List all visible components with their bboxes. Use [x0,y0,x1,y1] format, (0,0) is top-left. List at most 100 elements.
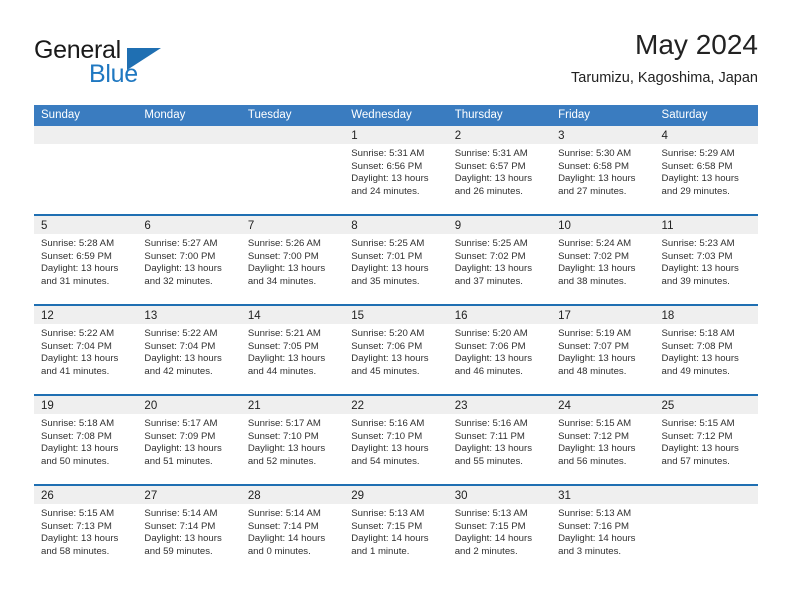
day-sun-info: Sunrise: 5:14 AM Sunset: 7:14 PM Daylight:… [241,504,344,558]
calendar-weeks: 1 Sunrise: 5:31 AM Sunset: 6:56 PM Daylight… [34,126,758,574]
weekday-header-friday: Friday [558,109,591,121]
day-number: 27 [144,490,158,502]
calendar-day-cell[interactable]: 2 Sunrise: 5:31 AM Sunset: 6:57 PM Daylight… [447,126,552,214]
calendar-day-cell[interactable]: 4 Sunrise: 5:29 AM Sunset: 6:58 PM Daylight… [654,126,758,214]
day-number: 14 [247,310,261,322]
calendar-day-cell[interactable]: 11 Sunrise: 5:23 AM Sunset: 7:03 PM Dayligh… [654,216,758,304]
sunrise-text: Sunrise: 5:27 AM [144,238,218,249]
day-number: 9 [454,220,462,232]
day-number: 11 [661,220,674,232]
calendar-day-cell[interactable]: 16 Sunrise: 5:20 AM Sunset: 7:06 PM Dayligh… [447,306,552,394]
calendar-day-cell[interactable]: 30 Sunrise: 5:13 AM Sunset: 7:15 PM Dayligh… [447,486,552,574]
calendar-day-cell[interactable]: 18 Sunrise: 5:18 AM Sunset: 7:08 PM Dayligh… [654,306,758,394]
daylight-text: Daylight: 13 hours and 26 minutes. [454,173,533,197]
sunset-text: Sunset: 7:12 PM [661,430,733,442]
page-title: May 2024 [635,29,758,60]
calendar-day-cell[interactable]: 29 Sunrise: 5:13 AM Sunset: 7:15 PM Dayligh… [344,486,448,574]
calendar-day-cell[interactable]: 22 Sunrise: 5:16 AM Sunset: 7:10 PM Dayligh… [344,396,448,484]
day-number: 21 [247,400,261,412]
sunrise-text: Sunrise: 5:31 AM [454,148,528,159]
daylight-text: Daylight: 13 hours and 54 minutes. [351,443,429,467]
sunset-text: Sunset: 7:13 PM [41,520,112,532]
day-number-band: 20 [137,396,241,414]
day-sun-info: Sunrise: 5:29 AM Sunset: 6:58 PM Daylight:… [655,144,758,198]
calendar-day-cell[interactable]: 24 Sunrise: 5:15 AM Sunset: 7:12 PM Dayligh… [551,396,655,484]
calendar-day-cell[interactable]: 19 Sunrise: 5:18 AM Sunset: 7:08 PM Dayligh… [34,396,138,484]
calendar-day-cell[interactable]: 17 Sunrise: 5:19 AM Sunset: 7:07 PM Dayligh… [551,306,655,394]
daylight-text: Daylight: 13 hours and 24 minutes. [351,173,429,197]
calendar-day-cell[interactable]: 27 Sunrise: 5:14 AM Sunset: 7:14 PM Dayligh… [137,486,241,574]
weekday-header-tuesday: Tuesday [247,109,292,121]
calendar-day-cell[interactable]: 20 Sunrise: 5:17 AM Sunset: 7:09 PM Dayligh… [137,396,241,484]
title-block: May 2024 Tarumizu, Kagoshima, Japan [571,28,758,88]
day-number-band: 15 [344,306,448,324]
day-sun-info: Sunrise: 5:26 AM Sunset: 7:00 PM Daylight:… [241,234,344,288]
daylight-text: Daylight: 14 hours and 2 minutes. [454,533,533,557]
calendar-day-cell[interactable]: 31 Sunrise: 5:13 AM Sunset: 7:16 PM Dayligh… [551,486,655,574]
day-sun-info: Sunrise: 5:13 AM Sunset: 7:15 PM Daylight:… [344,504,447,558]
sunrise-text: Sunrise: 5:15 AM [558,418,632,429]
day-number-band: 21 [240,396,345,414]
calendar-day-cell[interactable]: 3 Sunrise: 5:30 AM Sunset: 6:58 PM Daylight… [551,126,655,214]
calendar-day-cell[interactable]: 1 Sunrise: 5:31 AM Sunset: 6:56 PM Daylight… [344,126,448,214]
sunset-text: Sunset: 6:57 PM [454,160,526,172]
sunset-text: Sunset: 7:16 PM [558,520,630,532]
daylight-text: Daylight: 13 hours and 59 minutes. [144,533,222,557]
sunrise-text: Sunrise: 5:24 AM [558,238,632,249]
day-number-band: 24 [551,396,655,414]
calendar-week-row: 26 Sunrise: 5:15 AM Sunset: 7:13 PM Dayligh… [34,484,758,574]
calendar-page: General Blue May 2024 Tarumizu, Kagoshim… [0,0,792,612]
daylight-text: Daylight: 13 hours and 56 minutes. [558,443,636,467]
daylight-text: Daylight: 13 hours and 32 minutes. [144,263,222,287]
day-number-band: 16 [447,306,552,324]
daylight-text: Daylight: 13 hours and 45 minutes. [351,353,429,377]
calendar-day-cell[interactable]: 28 Sunrise: 5:14 AM Sunset: 7:14 PM Dayligh… [240,486,345,574]
calendar-day-cell[interactable]: 6 Sunrise: 5:27 AM Sunset: 7:00 PM Daylight… [137,216,241,304]
sunrise-text: Sunrise: 5:30 AM [558,148,632,159]
sunset-text: Sunset: 7:09 PM [144,430,216,442]
daylight-text: Daylight: 13 hours and 42 minutes. [144,353,222,377]
sunset-text: Sunset: 7:15 PM [454,520,526,532]
day-number-band: 13 [137,306,241,324]
calendar-day-cell[interactable]: 13 Sunrise: 5:22 AM Sunset: 7:04 PM Dayligh… [137,306,241,394]
day-number: 24 [558,400,571,412]
calendar-day-cell[interactable]: 21 Sunrise: 5:17 AM Sunset: 7:10 PM Dayligh… [240,396,345,484]
sunset-text: Sunset: 7:05 PM [247,340,319,352]
day-number-band: 26 [34,486,138,504]
daylight-text: Daylight: 13 hours and 31 minutes. [41,263,119,287]
calendar-day-cell[interactable]: 5 Sunrise: 5:28 AM Sunset: 6:59 PM Daylight… [34,216,138,304]
day-number: 20 [144,400,158,412]
calendar-day-cell[interactable]: 10 Sunrise: 5:24 AM Sunset: 7:02 PM Dayligh… [551,216,655,304]
calendar-day-cell[interactable]: 9 Sunrise: 5:25 AM Sunset: 7:02 PM Daylight… [447,216,552,304]
day-sun-info: Sunrise: 5:15 AM Sunset: 7:13 PM Daylight:… [34,504,137,558]
day-sun-info: Sunrise: 5:22 AM Sunset: 7:04 PM Daylight:… [137,324,240,378]
day-number: 1 [351,130,358,142]
day-sun-info: Sunrise: 5:25 AM Sunset: 7:02 PM Daylight:… [448,234,551,288]
sunrise-text: Sunrise: 5:20 AM [454,328,528,339]
calendar-week-row: 5 Sunrise: 5:28 AM Sunset: 6:59 PM Daylight… [34,214,758,304]
calendar-day-cell[interactable]: 14 Sunrise: 5:21 AM Sunset: 7:05 PM Dayligh… [240,306,345,394]
day-number: 12 [41,310,54,322]
day-sun-info: Sunrise: 5:16 AM Sunset: 7:10 PM Daylight:… [344,414,447,468]
sunrise-text: Sunrise: 5:25 AM [454,238,528,249]
day-number-band: 2 [447,126,552,144]
calendar-day-cell-empty [34,126,138,214]
day-sun-info: Sunrise: 5:21 AM Sunset: 7:05 PM Daylight:… [241,324,344,378]
calendar-day-cell[interactable]: 25 Sunrise: 5:15 AM Sunset: 7:12 PM Dayligh… [654,396,758,484]
day-number-band: 8 [344,216,448,234]
calendar-day-cell-empty [654,486,758,574]
calendar-day-cell[interactable]: 7 Sunrise: 5:26 AM Sunset: 7:00 PM Daylight… [240,216,345,304]
calendar-day-cell[interactable]: 12 Sunrise: 5:22 AM Sunset: 7:04 PM Dayligh… [34,306,138,394]
day-number-band [137,126,241,144]
day-sun-info: Sunrise: 5:28 AM Sunset: 6:59 PM Daylight:… [34,234,137,288]
sunrise-text: Sunrise: 5:23 AM [661,238,735,249]
sunset-text: Sunset: 7:04 PM [41,340,112,352]
calendar-day-cell[interactable]: 26 Sunrise: 5:15 AM Sunset: 7:13 PM Dayligh… [34,486,138,574]
calendar-day-cell[interactable]: 15 Sunrise: 5:20 AM Sunset: 7:06 PM Dayligh… [344,306,448,394]
day-number: 16 [454,310,468,322]
sunrise-text: Sunrise: 5:26 AM [247,238,321,249]
calendar-day-cell[interactable]: 8 Sunrise: 5:25 AM Sunset: 7:01 PM Daylight… [344,216,448,304]
day-number-band: 1 [344,126,448,144]
calendar-day-cell[interactable]: 23 Sunrise: 5:16 AM Sunset: 7:11 PM Dayligh… [447,396,552,484]
daylight-text: Daylight: 13 hours and 41 minutes. [41,353,119,377]
